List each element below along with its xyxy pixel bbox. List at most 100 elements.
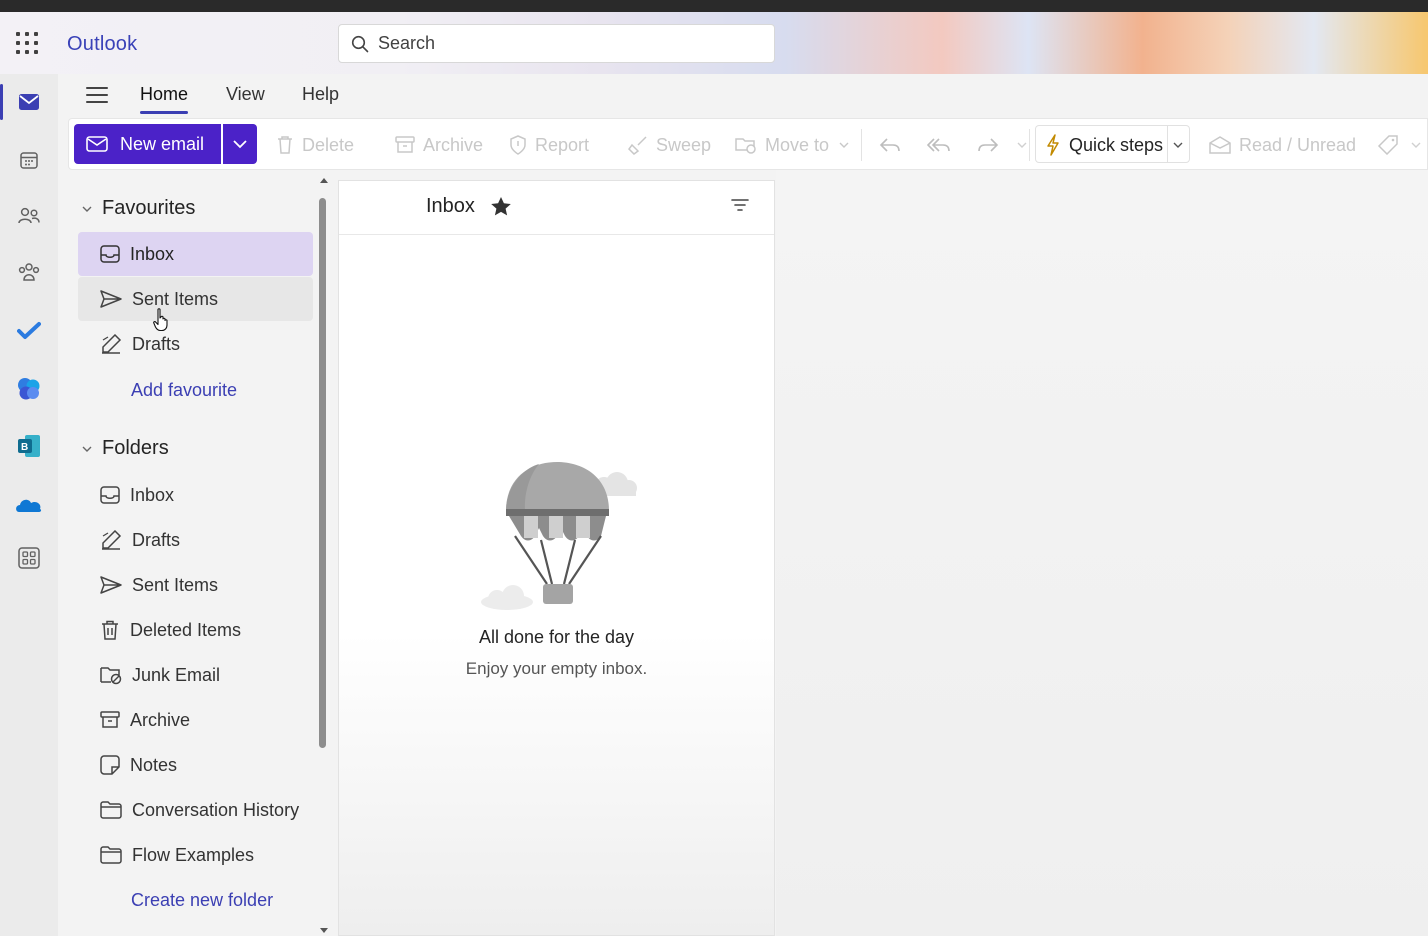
delete-label: Delete — [302, 134, 355, 155]
drafts-icon — [102, 334, 122, 354]
copilot-icon[interactable] — [14, 374, 44, 404]
mail-icon — [86, 136, 108, 152]
move-to-button[interactable]: Move to — [735, 132, 857, 158]
archive-button[interactable]: Archive — [395, 132, 483, 158]
tab-view[interactable]: View — [226, 84, 265, 105]
quick-steps-button[interactable]: Quick steps — [1045, 132, 1163, 158]
folder-item-sent-items[interactable]: Sent Items — [78, 563, 313, 607]
shield-icon — [510, 135, 526, 155]
chevron-down-icon — [1411, 142, 1421, 148]
envelope-open-icon — [1209, 136, 1231, 154]
star-icon[interactable] — [490, 196, 512, 217]
read-unread-label: Read / Unread — [1239, 134, 1357, 155]
folder-pane: Favourites Inbox Sent Items Drafts Add f… — [58, 170, 328, 936]
favourite-item-inbox[interactable]: Inbox — [78, 232, 313, 276]
app-launcher-icon[interactable] — [16, 32, 38, 54]
trash-icon — [102, 620, 118, 640]
forward-button[interactable] — [977, 132, 1035, 158]
groups-icon[interactable] — [14, 258, 44, 288]
delete-button[interactable]: Delete — [276, 132, 354, 158]
folder-item-label: Inbox — [130, 484, 175, 505]
search-box[interactable] — [338, 24, 775, 63]
note-icon — [100, 755, 120, 775]
report-button[interactable]: Report — [509, 132, 589, 158]
drafts-icon — [102, 530, 122, 550]
archive-icon — [100, 711, 120, 728]
folder-item-archive[interactable]: Archive — [78, 698, 313, 742]
folder-item-label: Junk Email — [132, 664, 221, 685]
reply-all-button[interactable] — [927, 132, 959, 158]
todo-icon[interactable] — [14, 316, 44, 346]
folder-item-label: Archive — [130, 709, 191, 730]
chevron-down-icon — [1173, 142, 1183, 148]
window-top-strip — [0, 0, 1428, 12]
create-new-folder-link[interactable]: Create new folder — [131, 890, 273, 911]
folders-title: Folders — [102, 437, 169, 459]
mail-icon[interactable] — [14, 87, 44, 117]
message-list-title: Inbox — [426, 195, 475, 217]
tab-help[interactable]: Help — [302, 84, 339, 105]
reply-all-icon — [927, 138, 950, 152]
forward-icon — [978, 138, 999, 152]
ribbon-tabs: Home View Help — [58, 74, 1428, 118]
archive-icon — [395, 136, 415, 153]
folder-scrollbar[interactable] — [319, 198, 326, 748]
hand-cursor-icon — [153, 308, 168, 332]
read-unread-button[interactable]: Read / Unread — [1209, 132, 1356, 158]
add-favourite-link[interactable]: Add favourite — [131, 380, 237, 401]
folder-item-label: Sent Items — [132, 574, 219, 595]
folder-item-junk-email[interactable]: Junk Email — [78, 653, 313, 697]
favourite-item-label: Sent Items — [132, 288, 219, 309]
favourite-item-drafts[interactable]: Drafts — [78, 322, 313, 366]
folder-item-flow-examples[interactable]: Flow Examples — [78, 833, 313, 877]
sweep-label: Sweep — [656, 134, 712, 155]
hamburger-menu-icon[interactable] — [86, 87, 108, 103]
lightning-icon — [1047, 134, 1059, 156]
new-email-label: New email — [120, 133, 205, 154]
search-input[interactable] — [378, 33, 738, 54]
hot-air-balloon-illustration — [481, 462, 637, 610]
favourite-item-label: Drafts — [132, 333, 181, 354]
more-apps-icon[interactable] — [14, 543, 44, 573]
tag-button[interactable] — [1377, 132, 1428, 158]
empty-state-title: All done for the day — [478, 627, 635, 647]
filter-icon[interactable] — [731, 198, 749, 212]
folder-item-inbox[interactable]: Inbox — [78, 473, 313, 517]
favourites-title: Favourites — [102, 197, 196, 219]
broom-icon — [628, 136, 647, 155]
app-title[interactable]: Outlook — [67, 33, 137, 56]
reading-pane — [776, 170, 1428, 936]
report-label: Report — [535, 134, 590, 155]
onedrive-icon[interactable] — [14, 490, 44, 520]
junk-icon — [100, 667, 122, 685]
archive-label: Archive — [423, 134, 484, 155]
scroll-down-arrow[interactable] — [320, 928, 328, 933]
folder-item-drafts[interactable]: Drafts — [78, 518, 313, 562]
favourite-item-label: Inbox — [130, 243, 175, 264]
chevron-down-icon — [839, 142, 849, 148]
sweep-button[interactable]: Sweep — [628, 132, 711, 158]
svg-text:B: B — [21, 442, 28, 453]
favourites-header[interactable]: Favourites — [82, 197, 195, 220]
bookings-icon[interactable]: B — [14, 431, 44, 461]
empty-state-subtitle: Enjoy your empty inbox. — [465, 659, 648, 678]
reply-button[interactable] — [879, 132, 909, 158]
quick-steps-label: Quick steps — [1069, 134, 1164, 155]
tab-home[interactable]: Home — [140, 84, 189, 114]
quick-steps-divider — [1167, 126, 1168, 162]
calendar-icon[interactable] — [14, 145, 44, 175]
folder-item-label: Deleted Items — [130, 619, 242, 640]
send-icon — [100, 290, 122, 308]
quick-steps-dropdown[interactable] — [1173, 132, 1191, 158]
app-rail: B — [0, 74, 58, 936]
people-icon[interactable] — [14, 201, 44, 231]
new-email-dropdown[interactable] — [223, 124, 257, 164]
folder-icon — [100, 846, 122, 864]
folders-header[interactable]: Folders — [82, 437, 169, 460]
favourite-item-sent-items[interactable]: Sent Items — [78, 277, 313, 321]
scroll-up-arrow[interactable] — [320, 178, 328, 183]
folder-item-notes[interactable]: Notes — [78, 743, 313, 787]
folder-item-deleted-items[interactable]: Deleted Items — [78, 608, 313, 652]
folder-item-conversation-history[interactable]: Conversation History — [78, 788, 313, 832]
new-email-button[interactable]: New email — [74, 124, 221, 164]
